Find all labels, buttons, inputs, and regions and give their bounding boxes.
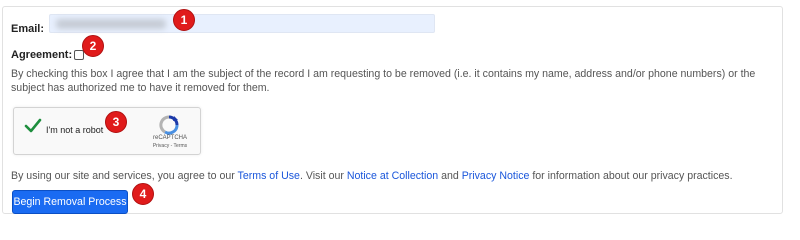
begin-removal-button[interactable]: Begin Removal Process: [12, 190, 128, 214]
checkmark-icon: [24, 118, 42, 133]
terms-middle: . Visit our: [299, 170, 347, 182]
step-badge-4: 4: [132, 183, 154, 205]
email-label: Email:: [11, 23, 45, 35]
terms-notice: By using our site and services, you agre…: [11, 170, 733, 182]
recaptcha-label: I'm not a robot: [46, 125, 104, 135]
terms-prefix: By using our site and services, you agre…: [11, 170, 238, 182]
terms-and: and: [438, 170, 462, 182]
terms-of-use-link[interactable]: Terms of Use: [238, 170, 300, 182]
step-badge-1: 1: [173, 9, 195, 31]
recaptcha-logo-icon: [159, 115, 179, 135]
email-row: Email:: [11, 17, 44, 41]
removal-form-panel: Email: Agreement: By checking this box I…: [2, 6, 783, 214]
agreement-row: Agreement:: [11, 49, 85, 61]
recaptcha-brand: reCAPTCHA: [152, 135, 187, 141]
agreement-disclaimer: By checking this box I agree that I am t…: [11, 68, 756, 94]
recaptcha-privacy-terms-link[interactable]: Privacy - Terms: [146, 143, 194, 149]
agreement-label: Agreement:: [11, 49, 73, 61]
privacy-notice-link[interactable]: Privacy Notice: [462, 170, 530, 182]
email-field[interactable]: [49, 14, 435, 33]
step-badge-3: 3: [105, 111, 127, 133]
terms-suffix: for information about our privacy practi…: [529, 170, 733, 182]
step-badge-2: 2: [82, 35, 104, 57]
redacted-email-value: [56, 19, 166, 29]
notice-at-collection-link[interactable]: Notice at Collection: [347, 170, 438, 182]
